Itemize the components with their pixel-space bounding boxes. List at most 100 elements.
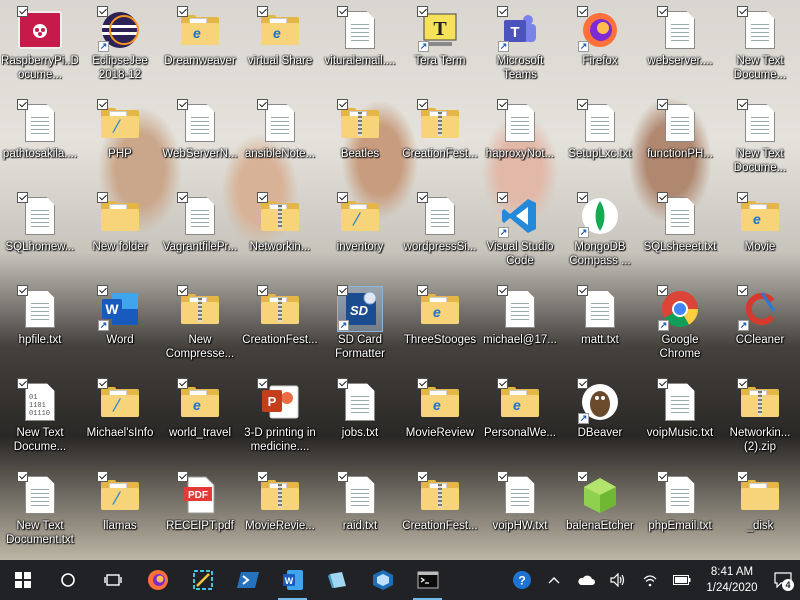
select-checkbox[interactable] (497, 6, 508, 17)
select-checkbox[interactable] (177, 285, 188, 296)
desktop-icon-ansiblenote[interactable]: ansibleNote... (240, 95, 320, 188)
desktop-icon-world-travel[interactable]: e world_travel (160, 374, 240, 467)
desktop-icon-mongodb-compass[interactable]: ↗ MongoDB Compass ... (560, 188, 640, 281)
desktop-icon-visual-studio-code[interactable]: ↗ Visual Studio Code (480, 188, 560, 281)
desktop-icon-raid-txt[interactable]: raid.txt (320, 467, 400, 560)
desktop-icon-new-folder[interactable]: New folder (80, 188, 160, 281)
taskbar-explorer[interactable] (315, 560, 360, 600)
select-checkbox[interactable] (97, 471, 108, 482)
desktop-icon-voipmusic-txt[interactable]: voipMusic.txt (640, 374, 720, 467)
desktop-icon-networkin-2-zip[interactable]: Networkin... (2).zip (720, 374, 800, 467)
select-checkbox[interactable] (577, 285, 588, 296)
desktop-icon-wordpresssi[interactable]: wordpressSi... (400, 188, 480, 281)
select-checkbox[interactable] (337, 471, 348, 482)
desktop-icon-raspberrypi-docume[interactable]: RaspberryPi..Docume... (0, 2, 80, 95)
desktop-icon-ccleaner[interactable]: ↗ CCleaner (720, 281, 800, 374)
desktop-icon-dreamweaver[interactable]: e Dreamweaver (160, 2, 240, 95)
battery-tray-button[interactable] (666, 560, 698, 600)
select-checkbox[interactable] (17, 99, 28, 110)
select-checkbox[interactable] (737, 99, 748, 110)
clock[interactable]: 8:41 AM 1/24/2020 (698, 564, 766, 596)
desktop-icon-webservern[interactable]: WebServerN... (160, 95, 240, 188)
select-checkbox[interactable] (257, 99, 268, 110)
select-checkbox[interactable] (177, 378, 188, 389)
select-checkbox[interactable] (17, 192, 28, 203)
select-checkbox[interactable] (497, 378, 508, 389)
select-checkbox[interactable] (17, 378, 28, 389)
desktop-icon-3-d-printing-in-medicine[interactable]: P 3-D printing in medicine.... (240, 374, 320, 467)
select-checkbox[interactable] (657, 6, 668, 17)
select-checkbox[interactable] (577, 6, 588, 17)
desktop-icon-inventory[interactable]: ⧸ inventory (320, 188, 400, 281)
select-checkbox[interactable] (337, 99, 348, 110)
select-checkbox[interactable] (97, 6, 108, 17)
desktop-icon-sqlhomew[interactable]: SQLhomew... (0, 188, 80, 281)
select-checkbox[interactable] (337, 378, 348, 389)
select-checkbox[interactable] (737, 471, 748, 482)
desktop-icon-virtual-share[interactable]: e virtual Share (240, 2, 320, 95)
taskbar-powershell[interactable] (225, 560, 270, 600)
desktop-icon-vituralemail[interactable]: vituralemail.... (320, 2, 400, 95)
desktop-icon-new-text-docume[interactable]: 01 1101 01110 New Text Docume... (0, 374, 80, 467)
desktop-icon-receipt-pdf[interactable]: PDF RECEIPT.pdf (160, 467, 240, 560)
desktop-icon-sd-card-formatter[interactable]: SD ↗ SD Card Formatter (320, 281, 400, 374)
volume-tray-button[interactable] (602, 560, 634, 600)
select-checkbox[interactable] (497, 471, 508, 482)
task-view-button[interactable] (90, 560, 135, 600)
desktop-icon-movie[interactable]: e Movie (720, 188, 800, 281)
select-checkbox[interactable] (97, 99, 108, 110)
desktop-icon-vagrantfilepr[interactable]: VagrantfilePr... (160, 188, 240, 281)
select-checkbox[interactable] (17, 6, 28, 17)
select-checkbox[interactable] (177, 6, 188, 17)
desktop-icon-eclipsejee-2018-12[interactable]: ↗ EclipseJee 2018-12 (80, 2, 160, 95)
desktop-icon-networkin[interactable]: Networkin... (240, 188, 320, 281)
desktop-icon-movierevie[interactable]: MovieRevie... (240, 467, 320, 560)
start-button[interactable] (0, 560, 45, 600)
select-checkbox[interactable] (737, 285, 748, 296)
desktop-icon-jobs-txt[interactable]: jobs.txt (320, 374, 400, 467)
desktop-icon-dbeaver[interactable]: ↗ DBeaver (560, 374, 640, 467)
tray-overflow-button[interactable] (538, 560, 570, 600)
select-checkbox[interactable] (577, 471, 588, 482)
desktop-icon-webserver[interactable]: webserver.... (640, 2, 720, 95)
select-checkbox[interactable] (337, 192, 348, 203)
select-checkbox[interactable] (497, 99, 508, 110)
select-checkbox[interactable] (257, 192, 268, 203)
select-checkbox[interactable] (737, 6, 748, 17)
desktop-icon-new-text-docume[interactable]: New Text Docume... (720, 2, 800, 95)
select-checkbox[interactable] (17, 471, 28, 482)
desktop-icon-disk[interactable]: _disk (720, 467, 800, 560)
desktop-icon-llamas[interactable]: ⧸ llamas (80, 467, 160, 560)
select-checkbox[interactable] (417, 378, 428, 389)
select-checkbox[interactable] (577, 99, 588, 110)
search-button[interactable] (45, 560, 90, 600)
select-checkbox[interactable] (657, 192, 668, 203)
desktop-icon-setuplxc-txt[interactable]: SetupLxc.txt (560, 95, 640, 188)
desktop-icon-new-text-document-txt[interactable]: New Text Document.txt (0, 467, 80, 560)
select-checkbox[interactable] (17, 285, 28, 296)
desktop-icon-pathtosakila[interactable]: pathtosakila.... (0, 95, 80, 188)
desktop-icon-sqlsheeet-txt[interactable]: SQLsheeet.txt (640, 188, 720, 281)
desktop-icon-voiphw-txt[interactable]: voipHW.txt (480, 467, 560, 560)
select-checkbox[interactable] (177, 99, 188, 110)
desktop-icon-functionph[interactable]: functionPH... (640, 95, 720, 188)
desktop-icon-haproxynot[interactable]: haproxyNot... (480, 95, 560, 188)
wifi-tray-button[interactable] (634, 560, 666, 600)
desktop-icon-personalwe[interactable]: e PersonalWe... (480, 374, 560, 467)
select-checkbox[interactable] (417, 6, 428, 17)
select-checkbox[interactable] (657, 285, 668, 296)
select-checkbox[interactable] (417, 99, 428, 110)
desktop-icon-tera-term[interactable]: T ↗ Tera Term (400, 2, 480, 95)
desktop-icon-word[interactable]: W ↗ Word (80, 281, 160, 374)
desktop-icon-new-compresse[interactable]: New Compresse... (160, 281, 240, 374)
select-checkbox[interactable] (737, 378, 748, 389)
desktop-icon-firefox[interactable]: ↗ Firefox (560, 2, 640, 95)
desktop-icon-matt-txt[interactable]: matt.txt (560, 281, 640, 374)
desktop-icon-creationfest[interactable]: CreationFest... (240, 281, 320, 374)
desktop-icon-hpfile-txt[interactable]: hpfile.txt (0, 281, 80, 374)
desktop-icon-moviereview[interactable]: e MovieReview (400, 374, 480, 467)
select-checkbox[interactable] (417, 192, 428, 203)
desktop-icon-michael-17[interactable]: michael@17... (480, 281, 560, 374)
select-checkbox[interactable] (497, 192, 508, 203)
select-checkbox[interactable] (417, 471, 428, 482)
